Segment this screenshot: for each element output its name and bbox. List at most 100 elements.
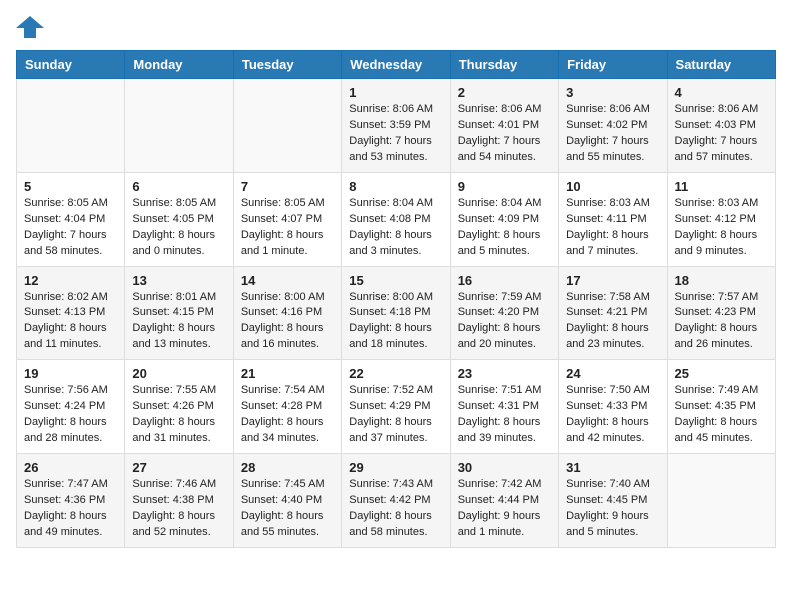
day-info: Sunrise: 8:06 AM Sunset: 4:02 PM Dayligh…	[566, 102, 659, 166]
day-number: 19	[24, 366, 117, 381]
day-number: 20	[132, 366, 225, 381]
day-number: 13	[132, 273, 225, 288]
day-number: 6	[132, 179, 225, 194]
header-thursday: Thursday	[450, 51, 558, 79]
header-monday: Monday	[125, 51, 233, 79]
calendar-day-30: 30 Sunrise: 7:42 AM Sunset: 4:44 PM Dayli…	[450, 454, 558, 548]
day-info: Sunrise: 8:02 AM Sunset: 4:13 PM Dayligh…	[24, 290, 117, 354]
calendar-day-11: 11Sunrise: 8:03 AM Sunset: 4:12 PM Dayli…	[667, 172, 775, 266]
day-info: Sunrise: 7:43 AM Sunset: 4:42 PM Dayligh…	[349, 477, 442, 541]
logo	[16, 16, 48, 38]
day-number: 21	[241, 366, 334, 381]
day-number: 16	[458, 273, 551, 288]
calendar-day-3: 3 Sunrise: 8:06 AM Sunset: 4:02 PM Daylig…	[559, 79, 667, 173]
day-info: Sunrise: 7:55 AM Sunset: 4:26 PM Dayligh…	[132, 383, 225, 447]
calendar-empty-cell	[233, 79, 341, 173]
calendar-empty-cell	[125, 79, 233, 173]
header-tuesday: Tuesday	[233, 51, 341, 79]
day-number: 17	[566, 273, 659, 288]
header-wednesday: Wednesday	[342, 51, 450, 79]
calendar-day-1: 1 Sunrise: 8:06 AM Sunset: 3:59 PM Daylig…	[342, 79, 450, 173]
calendar-empty-cell	[667, 454, 775, 548]
calendar-day-25: 25 Sunrise: 7:49 AM Sunset: 4:35 PM Dayli…	[667, 360, 775, 454]
calendar-day-13: 13 Sunrise: 8:01 AM Sunset: 4:15 PM Dayli…	[125, 266, 233, 360]
day-info: Sunrise: 7:46 AM Sunset: 4:38 PM Dayligh…	[132, 477, 225, 541]
day-info: Sunrise: 7:57 AM Sunset: 4:23 PM Dayligh…	[675, 290, 768, 354]
calendar-day-20: 20 Sunrise: 7:55 AM Sunset: 4:26 PM Dayli…	[125, 360, 233, 454]
day-number: 12	[24, 273, 117, 288]
day-info: Sunrise: 8:05 AM Sunset: 4:05 PM Dayligh…	[132, 196, 225, 260]
calendar-day-31: 31Sunrise: 7:40 AM Sunset: 4:45 PM Dayli…	[559, 454, 667, 548]
calendar-day-19: 19 Sunrise: 7:56 AM Sunset: 4:24 PM Dayli…	[17, 360, 125, 454]
day-number: 11	[675, 179, 768, 194]
day-number: 18	[675, 273, 768, 288]
day-info: Sunrise: 8:01 AM Sunset: 4:15 PM Dayligh…	[132, 290, 225, 354]
day-info: Sunrise: 7:50 AM Sunset: 4:33 PM Dayligh…	[566, 383, 659, 447]
day-number: 22	[349, 366, 442, 381]
day-info: Sunrise: 7:59 AM Sunset: 4:20 PM Dayligh…	[458, 290, 551, 354]
calendar-day-4: 4Sunrise: 8:06 AM Sunset: 4:03 PM Daylig…	[667, 79, 775, 173]
day-number: 8	[349, 179, 442, 194]
day-info: Sunrise: 7:56 AM Sunset: 4:24 PM Dayligh…	[24, 383, 117, 447]
day-info: Sunrise: 7:40 AM Sunset: 4:45 PM Dayligh…	[566, 477, 659, 541]
day-info: Sunrise: 7:49 AM Sunset: 4:35 PM Dayligh…	[675, 383, 768, 447]
calendar-day-10: 10 Sunrise: 8:03 AM Sunset: 4:11 PM Dayli…	[559, 172, 667, 266]
day-number: 25	[675, 366, 768, 381]
header-saturday: Saturday	[667, 51, 775, 79]
calendar-week-row: 12 Sunrise: 8:02 AM Sunset: 4:13 PM Dayli…	[17, 266, 776, 360]
day-number: 10	[566, 179, 659, 194]
calendar-week-row: 19 Sunrise: 7:56 AM Sunset: 4:24 PM Dayli…	[17, 360, 776, 454]
day-info: Sunrise: 8:00 AM Sunset: 4:16 PM Dayligh…	[241, 290, 334, 354]
calendar-day-16: 16 Sunrise: 7:59 AM Sunset: 4:20 PM Dayli…	[450, 266, 558, 360]
day-number: 23	[458, 366, 551, 381]
page-header	[16, 16, 776, 38]
calendar-header-row: SundayMondayTuesdayWednesdayThursdayFrid…	[17, 51, 776, 79]
day-info: Sunrise: 7:54 AM Sunset: 4:28 PM Dayligh…	[241, 383, 334, 447]
day-number: 7	[241, 179, 334, 194]
calendar-day-17: 17 Sunrise: 7:58 AM Sunset: 4:21 PM Dayli…	[559, 266, 667, 360]
calendar-table: SundayMondayTuesdayWednesdayThursdayFrid…	[16, 50, 776, 548]
day-number: 26	[24, 460, 117, 475]
day-number: 15	[349, 273, 442, 288]
day-number: 9	[458, 179, 551, 194]
calendar-week-row: 1 Sunrise: 8:06 AM Sunset: 3:59 PM Daylig…	[17, 79, 776, 173]
day-info: Sunrise: 8:05 AM Sunset: 4:07 PM Dayligh…	[241, 196, 334, 260]
calendar-day-2: 2 Sunrise: 8:06 AM Sunset: 4:01 PM Daylig…	[450, 79, 558, 173]
calendar-day-12: 12 Sunrise: 8:02 AM Sunset: 4:13 PM Dayli…	[17, 266, 125, 360]
calendar-day-8: 8Sunrise: 8:04 AM Sunset: 4:08 PM Daylig…	[342, 172, 450, 266]
day-info: Sunrise: 7:42 AM Sunset: 4:44 PM Dayligh…	[458, 477, 551, 541]
day-number: 24	[566, 366, 659, 381]
calendar-day-21: 21 Sunrise: 7:54 AM Sunset: 4:28 PM Dayli…	[233, 360, 341, 454]
day-info: Sunrise: 7:52 AM Sunset: 4:29 PM Dayligh…	[349, 383, 442, 447]
calendar-day-18: 18 Sunrise: 7:57 AM Sunset: 4:23 PM Dayli…	[667, 266, 775, 360]
calendar-day-15: 15 Sunrise: 8:00 AM Sunset: 4:18 PM Dayli…	[342, 266, 450, 360]
calendar-day-29: 29 Sunrise: 7:43 AM Sunset: 4:42 PM Dayli…	[342, 454, 450, 548]
day-info: Sunrise: 8:06 AM Sunset: 4:01 PM Dayligh…	[458, 102, 551, 166]
day-number: 3	[566, 85, 659, 100]
day-info: Sunrise: 8:00 AM Sunset: 4:18 PM Dayligh…	[349, 290, 442, 354]
day-number: 30	[458, 460, 551, 475]
day-info: Sunrise: 8:06 AM Sunset: 3:59 PM Dayligh…	[349, 102, 442, 166]
calendar-day-23: 23 Sunrise: 7:51 AM Sunset: 4:31 PM Dayli…	[450, 360, 558, 454]
header-sunday: Sunday	[17, 51, 125, 79]
calendar-week-row: 26 Sunrise: 7:47 AM Sunset: 4:36 PM Dayli…	[17, 454, 776, 548]
calendar-day-6: 6 Sunrise: 8:05 AM Sunset: 4:05 PM Daylig…	[125, 172, 233, 266]
day-number: 29	[349, 460, 442, 475]
day-number: 28	[241, 460, 334, 475]
day-info: Sunrise: 8:03 AM Sunset: 4:11 PM Dayligh…	[566, 196, 659, 260]
day-info: Sunrise: 7:45 AM Sunset: 4:40 PM Dayligh…	[241, 477, 334, 541]
day-info: Sunrise: 7:47 AM Sunset: 4:36 PM Dayligh…	[24, 477, 117, 541]
day-number: 4	[675, 85, 768, 100]
calendar-day-7: 7 Sunrise: 8:05 AM Sunset: 4:07 PM Daylig…	[233, 172, 341, 266]
day-number: 2	[458, 85, 551, 100]
calendar-week-row: 5Sunrise: 8:05 AM Sunset: 4:04 PM Daylig…	[17, 172, 776, 266]
day-number: 1	[349, 85, 442, 100]
calendar-day-24: 24 Sunrise: 7:50 AM Sunset: 4:33 PM Dayli…	[559, 360, 667, 454]
day-info: Sunrise: 8:05 AM Sunset: 4:04 PM Dayligh…	[24, 196, 117, 260]
calendar-day-5: 5Sunrise: 8:05 AM Sunset: 4:04 PM Daylig…	[17, 172, 125, 266]
day-info: Sunrise: 7:51 AM Sunset: 4:31 PM Dayligh…	[458, 383, 551, 447]
calendar-day-27: 27Sunrise: 7:46 AM Sunset: 4:38 PM Dayli…	[125, 454, 233, 548]
calendar-day-9: 9Sunrise: 8:04 AM Sunset: 4:09 PM Daylig…	[450, 172, 558, 266]
day-info: Sunrise: 7:58 AM Sunset: 4:21 PM Dayligh…	[566, 290, 659, 354]
header-friday: Friday	[559, 51, 667, 79]
